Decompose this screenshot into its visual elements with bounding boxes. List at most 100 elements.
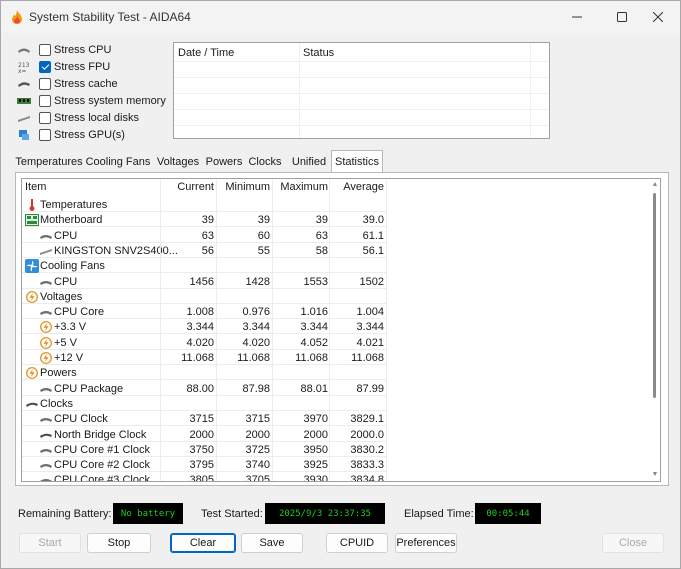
close-window-button[interactable] — [635, 1, 681, 33]
stress-disks-label: Stress local disks — [54, 111, 139, 124]
stats-row[interactable]: CPU 63 60 63 61.1 — [22, 228, 387, 243]
stats-row[interactable]: +12 V 11.068 11.068 11.068 11.068 — [22, 350, 387, 365]
stats-group-row[interactable]: Clocks — [22, 396, 387, 411]
stats-group-row[interactable]: Powers — [22, 365, 387, 381]
col-item[interactable]: Item — [25, 181, 46, 193]
stress-gpu-option[interactable]: Stress GPU(s) — [17, 126, 167, 143]
tab-powers[interactable]: Powers — [205, 152, 243, 172]
stats-minimum-cell: 3715 — [245, 413, 270, 426]
stats-average-cell: 2000.0 — [350, 428, 384, 441]
cpuid-button[interactable]: CPUID — [326, 533, 388, 553]
log-col-status[interactable]: Status — [303, 47, 334, 59]
scroll-down-icon[interactable]: ▼ — [651, 471, 659, 479]
stress-memory-option[interactable]: Stress system memory — [17, 92, 167, 109]
minimize-button[interactable] — [554, 1, 600, 33]
stats-item-label: Powers — [40, 367, 77, 380]
voltage-icon — [25, 367, 39, 380]
stress-fpu-option[interactable]: 213 x= Stress FPU — [17, 58, 167, 75]
stress-gpu-checkbox[interactable] — [39, 128, 51, 141]
tab-unified[interactable]: Unified — [289, 152, 329, 172]
stats-current-cell: 63 — [201, 229, 214, 242]
tab-voltages[interactable]: Voltages — [155, 152, 201, 172]
stress-fpu-checkbox[interactable] — [39, 60, 51, 73]
stats-item-cell: North Bridge Clock — [25, 429, 146, 441]
stats-item-label: CPU Core #3 Clock — [54, 474, 150, 482]
log-col-datetime[interactable]: Date / Time — [178, 47, 234, 59]
stats-row[interactable]: CPU Core #2 Clock 3795 3740 3925 3833.3 — [22, 457, 387, 473]
stats-row[interactable]: +3.3 V 3.344 3.344 3.344 3.344 — [22, 319, 387, 335]
voltage-icon — [25, 290, 39, 303]
stats-row[interactable]: CPU Core #1 Clock 3750 3725 3950 3830.2 — [22, 442, 387, 457]
stats-minimum-cell: 1428 — [245, 275, 270, 288]
stress-cache-checkbox[interactable] — [39, 77, 51, 90]
vertical-scrollbar[interactable]: ▲ ▼ — [651, 181, 659, 479]
stats-group-row[interactable]: Cooling Fans — [22, 258, 387, 274]
title-bar[interactable]: System Stability Test - AIDA64 — [1, 1, 680, 33]
stats-average-cell: 11.068 — [351, 352, 384, 364]
stats-maximum-cell: 39 — [315, 214, 328, 227]
stats-row[interactable]: KINGSTON SNV2S400... 56 55 58 56.1 — [22, 243, 387, 258]
stats-maximum-cell: 3950 — [303, 443, 328, 456]
stats-average-cell: 39.0 — [362, 214, 384, 227]
close-button[interactable]: Close — [602, 533, 664, 553]
stats-row[interactable]: CPU Core 1.008 0.976 1.016 1.004 — [22, 304, 387, 320]
tab-statistics[interactable]: Statistics — [331, 150, 383, 173]
stats-header: Item Current Minimum Maximum Average — [22, 179, 387, 197]
start-button[interactable]: Start — [19, 533, 81, 553]
flame-icon — [12, 10, 22, 24]
grid-column-divider — [160, 179, 161, 481]
stats-row[interactable]: CPU Package 88.00 87.98 88.01 87.99 — [22, 381, 387, 396]
stats-item-cell: Temperatures — [25, 199, 107, 211]
stats-row[interactable]: Motherboard 39 39 39 39.0 — [22, 212, 387, 228]
col-average[interactable]: Average — [332, 181, 384, 193]
stats-row[interactable]: North Bridge Clock 2000 2000 2000 2000.0 — [22, 427, 387, 442]
stats-group-row[interactable]: Temperatures — [22, 197, 387, 212]
stress-cpu-checkbox[interactable] — [39, 43, 51, 56]
stats-row[interactable]: CPU 1456 1428 1553 1502 — [22, 274, 387, 289]
stats-minimum-cell: 55 — [257, 244, 270, 257]
stress-cache-label: Stress cache — [54, 77, 118, 90]
stats-item-label: Cooling Fans — [40, 260, 105, 273]
scroll-up-icon[interactable]: ▲ — [651, 181, 659, 189]
cpu-chip-icon — [39, 306, 53, 318]
col-current[interactable]: Current — [162, 181, 214, 193]
cpu-chip-icon — [17, 45, 31, 55]
scroll-thumb[interactable] — [653, 193, 656, 398]
stats-minimum-cell: 60 — [257, 229, 270, 242]
preferences-button[interactable]: Preferences — [395, 533, 457, 553]
cpu-chip-icon — [39, 230, 53, 242]
clear-button[interactable]: Clear — [170, 533, 236, 553]
tab-cooling-fans[interactable]: Cooling Fans — [85, 152, 151, 172]
stats-current-cell: 3795 — [189, 459, 214, 472]
stats-row[interactable]: +5 V 4.020 4.020 4.052 4.021 — [22, 335, 387, 350]
stats-item-label: +3.3 V — [54, 321, 87, 334]
event-log-list[interactable]: Date / Time Status — [173, 42, 550, 139]
stress-memory-checkbox[interactable] — [39, 94, 51, 107]
stress-disks-option[interactable]: Stress local disks — [17, 109, 167, 126]
stress-disks-checkbox[interactable] — [39, 111, 51, 124]
col-maximum[interactable]: Maximum — [274, 181, 328, 193]
stats-group-row[interactable]: Voltages — [22, 289, 387, 304]
stats-maximum-cell: 88.01 — [300, 382, 328, 395]
stress-cache-option[interactable]: Stress cache — [17, 75, 167, 92]
save-button[interactable]: Save — [241, 533, 303, 553]
stress-cpu-option[interactable]: Stress CPU — [17, 41, 167, 58]
battery-label: Remaining Battery: — [18, 508, 112, 520]
stats-average-cell: 3833.3 — [350, 459, 384, 472]
stress-fpu-label: Stress FPU — [54, 60, 111, 73]
stats-row[interactable]: CPU Core #3 Clock 3805 3705 3930 3834.8 — [22, 472, 387, 482]
stats-item-cell: KINGSTON SNV2S400... — [25, 245, 178, 257]
stats-minimum-cell: 3740 — [245, 459, 270, 472]
cpu-chip-icon — [39, 383, 53, 395]
statistics-grid[interactable]: Item Current Minimum Maximum Average Tem… — [21, 178, 661, 482]
stop-button[interactable]: Stop — [87, 533, 151, 553]
col-minimum[interactable]: Minimum — [218, 181, 270, 193]
stats-row[interactable]: CPU Clock 3715 3715 3970 3829.1 — [22, 411, 387, 427]
stats-minimum-cell: 2000 — [245, 428, 270, 441]
tab-temperatures[interactable]: Temperatures — [15, 152, 83, 172]
test-started-label: Test Started: — [201, 508, 263, 520]
cpu-chip-icon — [39, 413, 53, 425]
tab-clocks[interactable]: Clocks — [247, 152, 283, 172]
stats-item-cell: +5 V — [25, 337, 77, 349]
stats-maximum-cell: 3930 — [303, 474, 328, 482]
